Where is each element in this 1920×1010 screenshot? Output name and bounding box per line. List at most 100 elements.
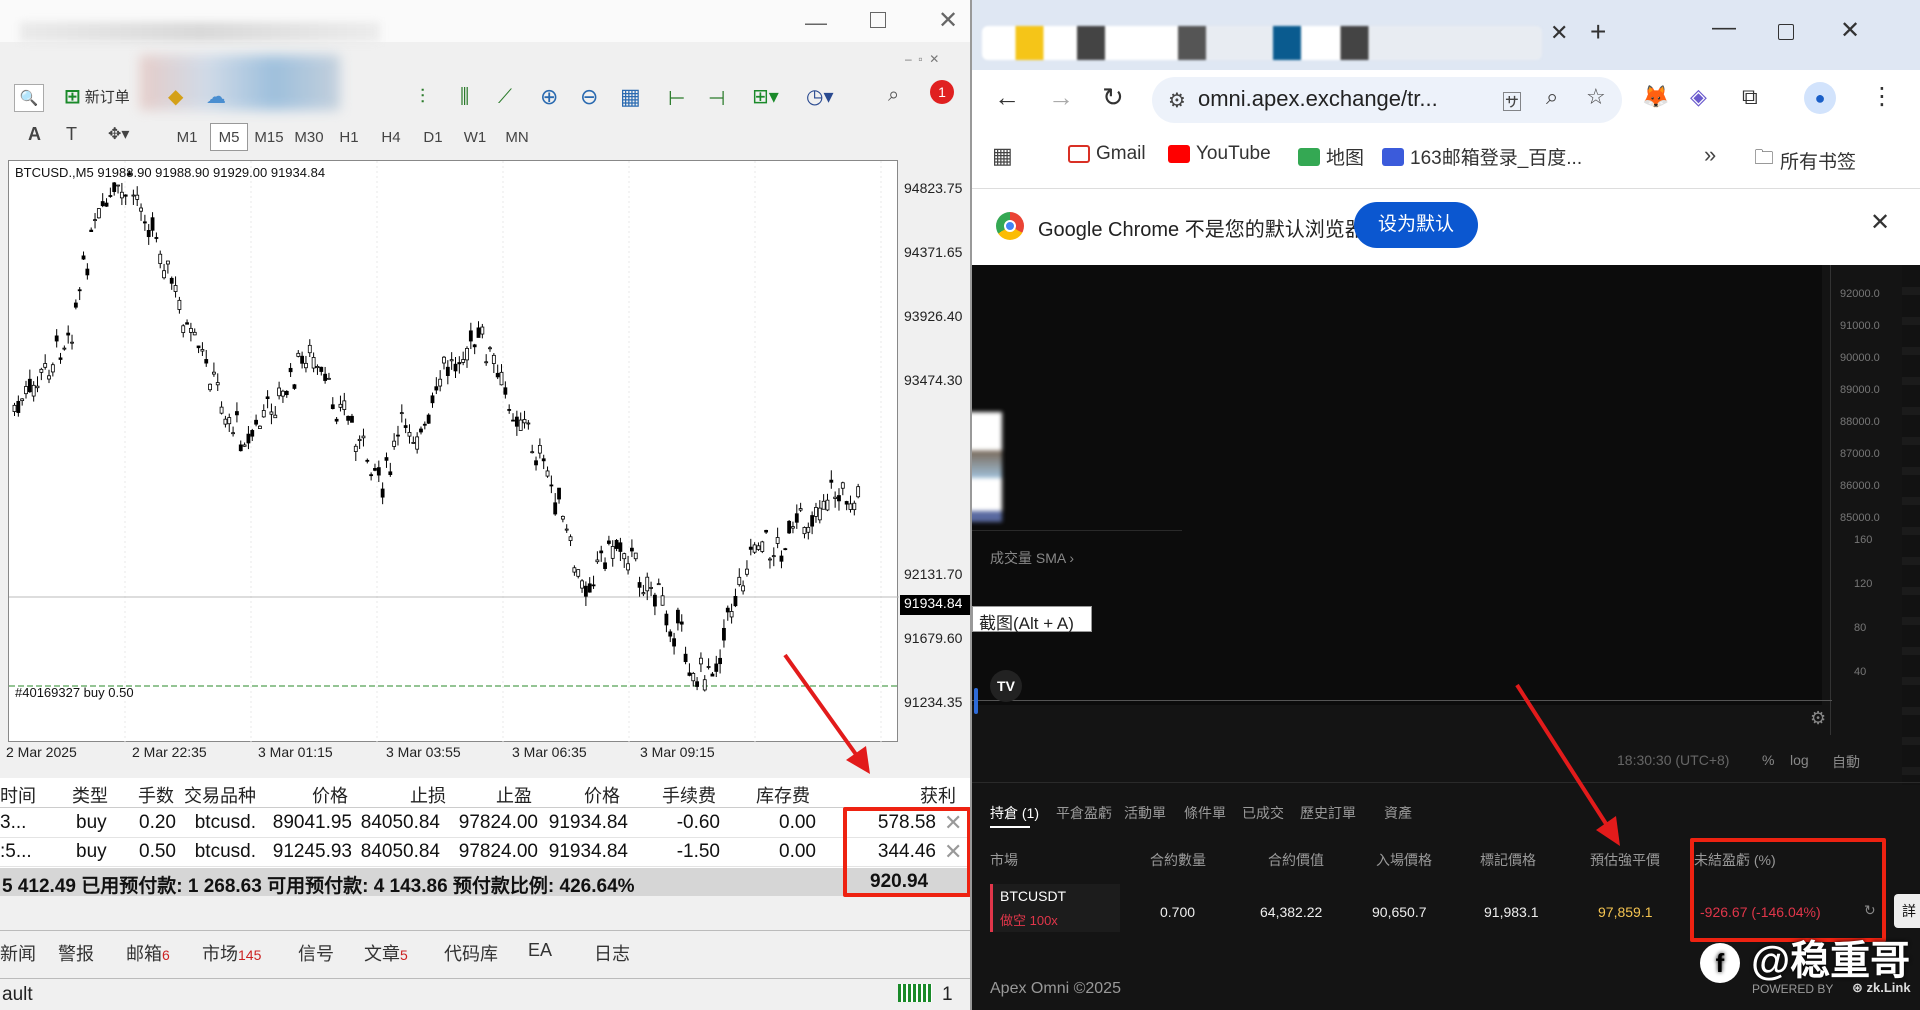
close-icon[interactable]: ✕ — [938, 6, 958, 35]
set-default-button[interactable]: 设为默认 — [1354, 202, 1478, 248]
browser-minimize-icon[interactable]: — — [1712, 14, 1736, 42]
positions-tab[interactable]: 條件單 — [1184, 803, 1226, 823]
candle-body — [269, 411, 274, 415]
tile-windows-icon[interactable]: ▦ — [620, 84, 641, 110]
chart-shift-icon[interactable]: ⊢ — [668, 86, 685, 111]
terminal-tab[interactable]: 文章5 — [364, 940, 408, 966]
bookmark-gmail[interactable]: Gmail — [1068, 143, 1146, 165]
timeframe-m30[interactable]: M30 — [290, 123, 328, 151]
timeframe-mn[interactable]: MN — [498, 123, 536, 151]
timeframe-d1[interactable]: D1 — [414, 123, 452, 151]
extension-icon[interactable]: ◈ — [1690, 84, 1707, 110]
terminal-tab[interactable]: 市场145 — [202, 940, 261, 966]
position-detail-button[interactable]: 詳 — [1894, 894, 1920, 928]
column-header[interactable]: 类型 — [72, 782, 108, 808]
maximize-icon[interactable] — [870, 12, 886, 28]
back-icon[interactable]: ← — [994, 82, 1020, 113]
positions-tab[interactable]: 已成交 — [1242, 803, 1284, 823]
column-header[interactable]: 交易品种 — [184, 782, 256, 808]
periods-clock-icon[interactable]: ◷▾ — [806, 84, 834, 109]
tab-close-icon[interactable]: ✕ — [1550, 20, 1568, 46]
bookmark-youtube[interactable]: YouTube — [1168, 143, 1271, 165]
autoscroll-icon[interactable]: ⊣ — [708, 86, 725, 111]
positions-tab[interactable]: 平倉盈虧 — [1056, 803, 1112, 823]
infobar-close-icon[interactable]: ✕ — [1870, 208, 1890, 237]
chart-panel[interactable] — [972, 265, 1822, 705]
chart-settings-gear-icon[interactable]: ⚙ — [1810, 708, 1826, 729]
metamask-icon[interactable]: 🦊 — [1642, 84, 1669, 110]
terminal-tab[interactable]: EA — [528, 940, 552, 961]
positions-tab[interactable]: 持倉 (1) — [990, 803, 1039, 823]
positions-tab[interactable]: 活動單 — [1124, 803, 1166, 823]
url-text[interactable]: omni.apex.exchange/tr... — [1198, 86, 1438, 112]
indicators-icon[interactable]: ⊞▾ — [752, 84, 779, 109]
search-icon[interactable]: ⌕ — [888, 84, 899, 107]
positions-tab[interactable]: 歷史訂單 — [1300, 803, 1356, 823]
bookmark-star-icon[interactable]: ☆ — [1586, 84, 1606, 110]
text-tool-icon[interactable]: A — [28, 124, 41, 145]
timeframe-h4[interactable]: H4 — [372, 123, 410, 151]
candle-body — [146, 230, 151, 238]
new-order-button[interactable]: ⊞ 新订单 — [64, 84, 130, 109]
timeframe-w1[interactable]: W1 — [456, 123, 494, 151]
new-tab-icon[interactable]: + — [1590, 16, 1606, 48]
menu-kebab-icon[interactable]: ⋮ — [1870, 82, 1894, 111]
site-info-icon[interactable]: ⚙ — [1168, 88, 1186, 113]
volume-sma-label[interactable]: 成交量 SMA › — [990, 548, 1074, 568]
browser-close-icon[interactable]: ✕ — [1840, 16, 1860, 45]
bar-chart-icon[interactable]: ⫶ — [420, 86, 425, 109]
column-header[interactable]: 时间 — [0, 782, 36, 808]
zoom-in-icon[interactable]: ⊕ — [540, 84, 558, 110]
terminal-tab[interactable]: 新闻 — [0, 940, 36, 966]
timeframe-m1[interactable]: M1 — [168, 123, 206, 151]
column-header[interactable]: 止盈 — [496, 782, 532, 808]
column-header[interactable]: 库存费 — [756, 782, 810, 808]
positions-column-header: 入場價格 — [1376, 852, 1432, 868]
bookmark-maps[interactable]: 地图 — [1298, 143, 1364, 170]
column-header[interactable]: 止损 — [410, 782, 446, 808]
timeframe-m15[interactable]: M15 — [250, 123, 288, 151]
text-label-icon[interactable]: T — [66, 124, 77, 145]
browser-maximize-icon[interactable] — [1778, 24, 1794, 40]
terminal-tab[interactable]: 警报 — [58, 940, 94, 966]
autotrading-icon[interactable]: ◆ — [168, 84, 183, 109]
timeframe-h1[interactable]: H1 — [330, 123, 368, 151]
child-window-controls[interactable]: – ▫ ✕ — [905, 52, 939, 66]
terminal-tab[interactable]: 代码库 — [444, 940, 498, 966]
timeframe-m5[interactable]: M5 — [210, 123, 248, 151]
reload-icon[interactable]: ↻ — [1102, 82, 1124, 113]
terminal-tab[interactable]: 信号 — [298, 940, 334, 966]
cloud-icon[interactable]: ☁ — [206, 84, 226, 109]
forward-icon[interactable]: → — [1048, 82, 1074, 113]
minimize-icon[interactable]: — — [805, 10, 827, 36]
column-header[interactable]: 价格 — [312, 782, 348, 808]
all-bookmarks[interactable]: 🗀 所有书签 — [1754, 143, 1856, 177]
translate-icon[interactable]: 🈂 — [1502, 86, 1522, 115]
candle-body — [250, 430, 255, 437]
profile-avatar[interactable]: ● — [1804, 82, 1836, 114]
apps-grid-icon[interactable]: ▦ — [992, 143, 1013, 169]
scale-auto[interactable]: 自動 — [1832, 752, 1860, 772]
scroll-handle[interactable] — [974, 688, 978, 714]
trading-terminal: — ✕ – ▫ ✕ 🔍 ⊞ 新订单 ◆ ☁ ⫶ ⫼ ⟋ ⊕ ⊖ ▦ ⊢ ⊣ ⊞▾ … — [0, 0, 970, 1010]
more-bookmarks-icon[interactable]: » — [1704, 142, 1716, 168]
zoom-icon[interactable]: ⌕ — [1546, 84, 1558, 110]
column-header[interactable]: 价格 — [584, 782, 620, 808]
zoom-chart-icon[interactable]: 🔍 — [14, 84, 44, 112]
positions-tab[interactable]: 資產 — [1384, 803, 1412, 823]
column-header[interactable]: 获利 — [920, 782, 956, 808]
notification-badge[interactable]: 1 — [930, 80, 954, 104]
bookmark-163mail[interactable]: 163邮箱登录_百度... — [1382, 143, 1582, 170]
arrows-tool-icon[interactable]: ✥▾ — [108, 124, 129, 144]
scale-percent[interactable]: % — [1762, 752, 1774, 768]
line-chart-icon[interactable]: ⟋ — [498, 86, 512, 109]
column-header[interactable]: 手数 — [138, 782, 174, 808]
zoom-out-icon[interactable]: ⊖ — [580, 84, 598, 110]
extensions-puzzle-icon[interactable]: ⧉ — [1742, 84, 1758, 110]
terminal-tab[interactable]: 邮箱6 — [126, 940, 170, 966]
candlestick-icon[interactable]: ⫼ — [460, 86, 469, 109]
terminal-tab[interactable]: 日志 — [594, 940, 630, 966]
price-chart[interactable]: BTCUSD.,M5 91988.90 91988.90 91929.00 91… — [8, 160, 899, 743]
column-header[interactable]: 手续费 — [662, 782, 716, 808]
scale-log[interactable]: log — [1790, 752, 1809, 768]
